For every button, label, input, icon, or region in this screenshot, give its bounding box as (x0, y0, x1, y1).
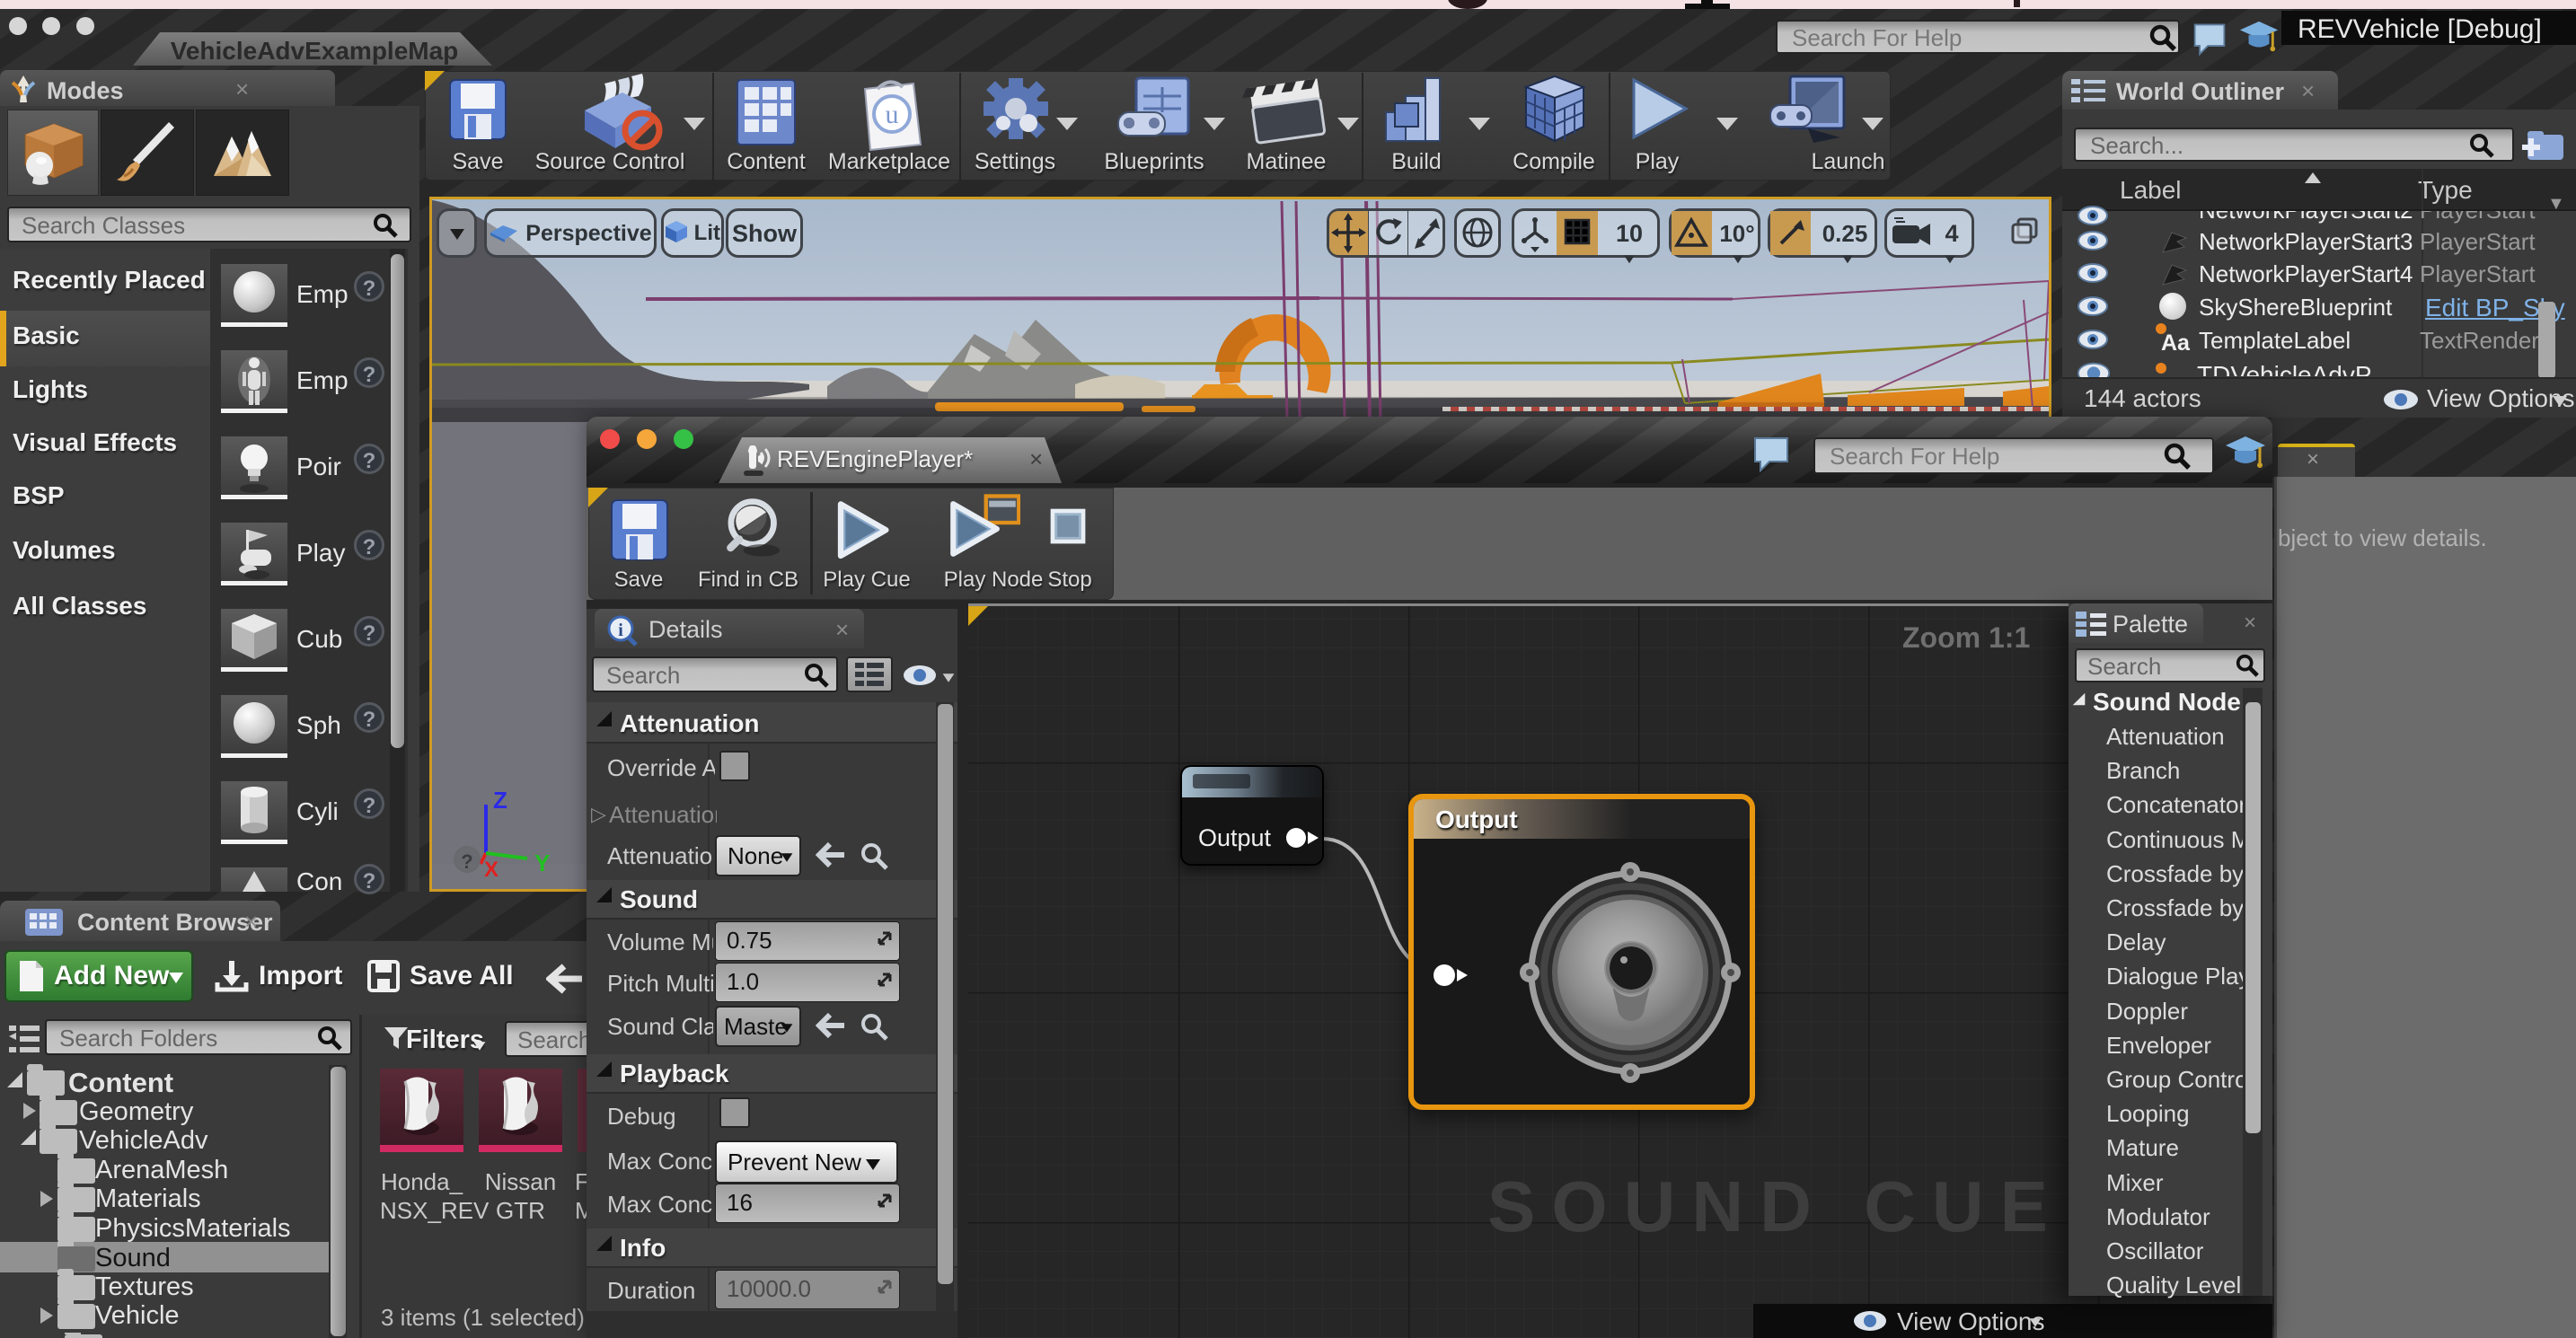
svg-text:u: u (886, 100, 899, 129)
svg-text:Z: Z (493, 788, 507, 814)
svg-text:i: i (618, 621, 623, 640)
svg-text:Y: Y (534, 849, 550, 876)
svg-text:X: X (484, 858, 498, 878)
